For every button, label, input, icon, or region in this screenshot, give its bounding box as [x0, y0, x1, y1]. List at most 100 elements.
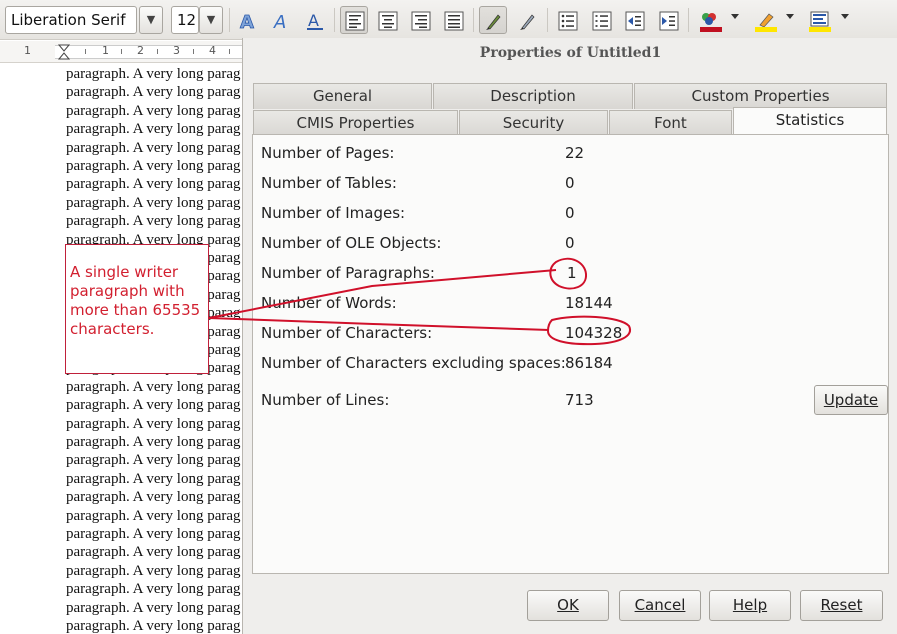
highlighting-icon — [755, 13, 777, 32]
font-size-dropdown-button[interactable]: ▼ — [199, 6, 223, 34]
svg-text:A: A — [240, 12, 254, 31]
help-button-label: Help — [732, 596, 768, 614]
document-text-line: paragraph. A very long parag — [66, 562, 241, 579]
document-text-line: paragraph. A very long parag — [66, 599, 241, 616]
clear-format-button[interactable] — [513, 6, 541, 34]
cancel-button-label: Cancel — [634, 596, 686, 614]
update-button[interactable]: Update — [814, 385, 888, 415]
chevron-down-icon: ▼ — [206, 13, 216, 26]
ruler-tick — [229, 49, 230, 54]
document-text-line: paragraph. A very long parag — [66, 213, 241, 230]
highlighting-button[interactable] — [749, 6, 777, 34]
ruler-strip — [55, 45, 245, 59]
document-text-line: paragraph. A very long parag — [66, 526, 241, 542]
lines-label: Number of Lines: — [261, 391, 390, 409]
clear-format-icon — [520, 14, 535, 30]
characters-excluding-spaces-label: Number of Characters excluding spaces: — [261, 354, 566, 372]
document-text-line: paragraph. A very long parag — [66, 121, 241, 138]
align-right-button[interactable] — [406, 6, 434, 34]
paragraphs-label: Number of Paragraphs: — [261, 264, 435, 282]
ruler-tick — [193, 49, 194, 54]
ok-button-label: OK — [557, 596, 579, 614]
font-name-dropdown-button[interactable]: ▼ — [139, 6, 163, 34]
highlight-pen-icon — [486, 14, 501, 30]
words-label: Number of Words: — [261, 294, 397, 312]
outline-button[interactable]: A — [267, 6, 295, 34]
ole-objects-label: Number of OLE Objects: — [261, 234, 442, 252]
bullet-list-button[interactable] — [553, 6, 581, 34]
font-color-button[interactable] — [694, 6, 722, 34]
tab-statistics[interactable]: Statistics — [733, 107, 887, 135]
paragraphs-value: 1 — [567, 264, 577, 282]
ruler-number: 1 — [24, 44, 31, 57]
document-text-line: paragraph. A very long parag — [66, 470, 241, 487]
font-size-box[interactable]: 12 — [171, 6, 199, 34]
document-text-line: paragraph. A very long parag — [66, 397, 241, 414]
tab-custom-properties[interactable]: Custom Properties — [634, 83, 887, 109]
paragraph-background-dropdown-arrow[interactable] — [841, 14, 849, 19]
annotation-line: paragraph with — [70, 282, 185, 300]
font-outline-icon: A — [273, 12, 286, 31]
ruler-number: 3 — [173, 44, 180, 57]
justify-button[interactable] — [439, 6, 467, 34]
pages-value: 22 — [565, 144, 585, 162]
shadow-button[interactable]: A — [233, 6, 261, 34]
ole-objects-value: 0 — [565, 234, 575, 252]
toolbar-separator — [229, 8, 230, 32]
align-left-button[interactable] — [340, 6, 368, 34]
font-color-icon — [700, 13, 722, 32]
tables-value: 0 — [565, 174, 575, 192]
toolbar-separator — [688, 8, 689, 32]
font-shadow-icon: A — [240, 12, 255, 31]
tab-font[interactable]: Font — [609, 110, 732, 136]
characters-value: 104328 — [565, 324, 623, 342]
ok-button[interactable]: OK — [527, 590, 609, 621]
decrease-indent-button[interactable] — [620, 6, 648, 34]
highlight-pen-button[interactable] — [479, 6, 507, 34]
toolbar-separator — [547, 8, 548, 32]
reset-button-label: Reset — [820, 596, 863, 614]
tab-security[interactable]: Security — [459, 110, 608, 136]
formatting-toolbar: Liberation Serif ▼ 12 ▼ A A A — [0, 0, 897, 40]
properties-dialog: Properties of Untitled1 General Descript… — [242, 38, 897, 634]
ruler-number: 2 — [137, 44, 144, 57]
reset-button[interactable]: Reset — [800, 590, 883, 621]
align-center-button[interactable] — [373, 6, 401, 34]
document-text-line: paragraph. A very long parag — [66, 544, 241, 561]
font-name-box[interactable]: Liberation Serif — [5, 6, 137, 34]
document-text-line: paragraph. A very long parag — [66, 415, 241, 432]
characters-label: Number of Characters: — [261, 324, 433, 342]
increase-indent-icon — [659, 11, 679, 31]
indent-marker-icon[interactable] — [58, 44, 70, 60]
ruler-tick — [157, 49, 158, 54]
font-color-dropdown-arrow[interactable] — [731, 14, 739, 19]
paragraph-background-button[interactable] — [803, 6, 831, 34]
images-value: 0 — [565, 204, 575, 222]
tab-description[interactable]: Description — [433, 83, 633, 109]
font-color-a-button[interactable]: A — [300, 6, 328, 34]
cancel-button[interactable]: Cancel — [619, 590, 701, 621]
document-text-line: paragraph. A very long parag — [66, 507, 241, 524]
font-color-A-icon: A — [307, 11, 323, 30]
document-text-line: paragraph. A very long parag — [66, 176, 241, 193]
document-text-line: paragraph. A very long parag — [66, 489, 241, 506]
paragraph-background-icon — [809, 11, 831, 32]
align-left-icon — [345, 11, 365, 31]
numbered-list-icon — [592, 11, 612, 31]
update-button-label: Update — [823, 391, 879, 409]
justify-icon — [444, 11, 464, 31]
tab-cmis-properties[interactable]: CMIS Properties — [253, 110, 458, 136]
horizontal-ruler[interactable]: 1 1 2 3 4 — [0, 41, 245, 63]
annotation-line: more than 65535 — [70, 301, 201, 319]
increase-indent-button[interactable] — [654, 6, 682, 34]
ruler-tick — [121, 49, 122, 54]
help-button[interactable]: Help — [709, 590, 791, 621]
document-text-line: paragraph. A very long parag — [66, 158, 241, 174]
lines-value: 713 — [565, 391, 594, 409]
highlighting-dropdown-arrow[interactable] — [786, 14, 794, 19]
align-center-icon — [378, 11, 398, 31]
ruler-tick — [85, 49, 86, 54]
tab-general[interactable]: General — [253, 83, 432, 109]
numbered-list-button[interactable] — [587, 6, 615, 34]
svg-text:A: A — [308, 11, 319, 30]
